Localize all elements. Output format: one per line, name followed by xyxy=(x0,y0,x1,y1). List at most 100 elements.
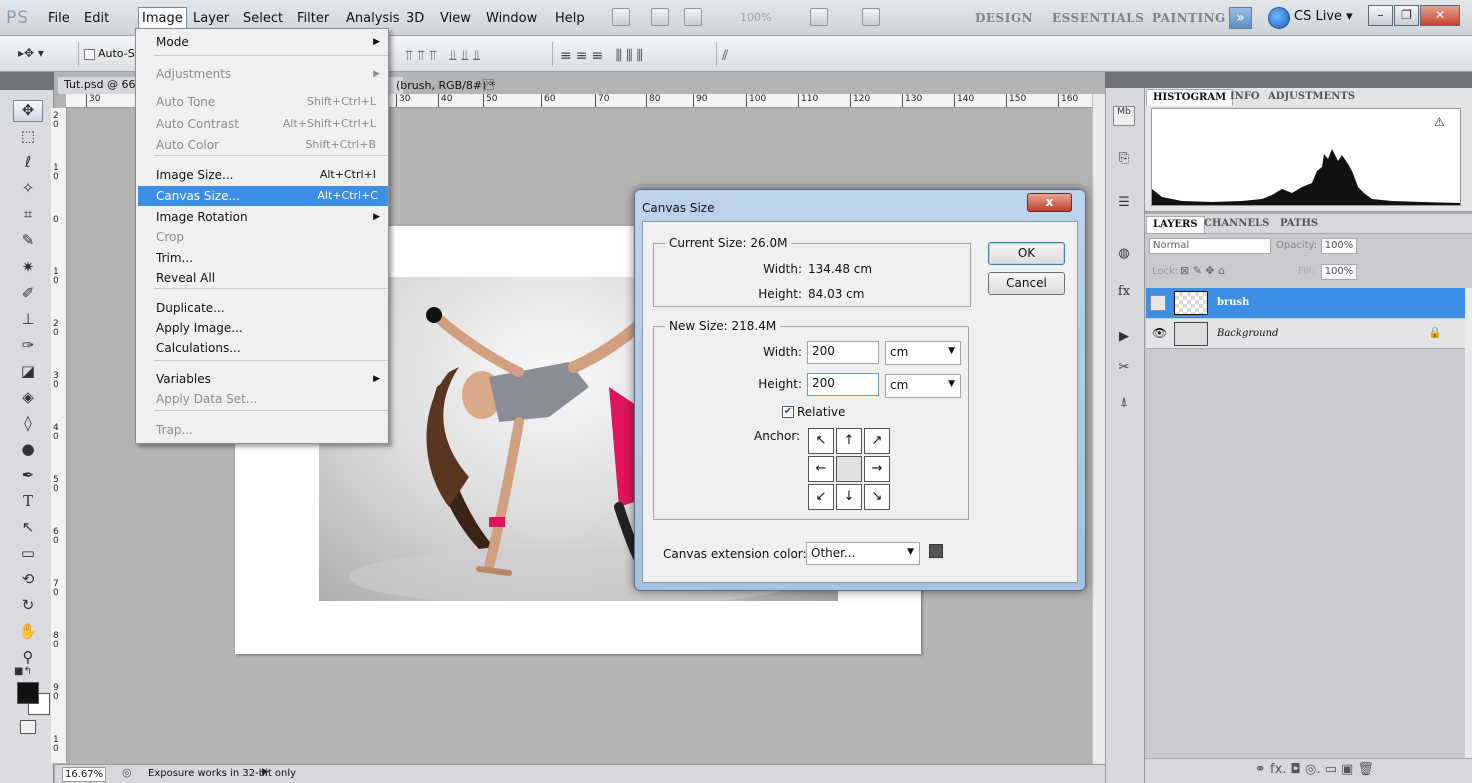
new-width-unit-select[interactable]: cm ▼ xyxy=(885,341,961,365)
cs-live-menu[interactable]: CS Live ▾ xyxy=(1294,9,1353,24)
brush-tool-icon[interactable]: ✐ xyxy=(13,284,43,306)
workspace-painting[interactable]: PAINTING xyxy=(1152,11,1226,25)
move-tool-preset-icon[interactable]: ▸✥ ▾ xyxy=(18,46,44,60)
history-dock-icon[interactable]: ⎘ xyxy=(1113,151,1135,171)
anchor-left[interactable]: ← xyxy=(808,456,834,482)
menu-3d[interactable]: 3D xyxy=(406,11,424,26)
3d-orbit-tool-icon[interactable]: ↻ xyxy=(13,596,43,618)
tab-channels[interactable]: CHANNELS xyxy=(1198,216,1275,233)
blur-tool-icon[interactable]: ◊ xyxy=(13,414,43,436)
menu-view[interactable]: View xyxy=(440,11,471,26)
tab-info[interactable]: INFO xyxy=(1224,89,1266,106)
workspace-essentials[interactable]: ESSENTIALS xyxy=(1052,11,1144,25)
zoom-field[interactable]: 16.67% xyxy=(62,767,106,782)
history-brush-tool-icon[interactable]: ✑ xyxy=(13,336,43,358)
pen-tool-icon[interactable]: ✒ xyxy=(13,466,43,488)
anchor-right[interactable]: → xyxy=(864,456,890,482)
layer-thumbnail[interactable] xyxy=(1174,322,1208,346)
status-menu-arrow[interactable]: ▶ xyxy=(262,767,269,777)
clone-source-dock-icon[interactable]: ⍋ xyxy=(1113,395,1135,415)
relative-checkbox[interactable]: ✔ xyxy=(782,406,794,418)
visibility-toggle[interactable] xyxy=(1150,295,1166,311)
menu-item-calculations[interactable]: Calculations... xyxy=(156,338,386,358)
zoom-level[interactable]: 100% xyxy=(740,11,771,24)
screen-mode-icon[interactable] xyxy=(862,8,880,26)
menu-window[interactable]: Window xyxy=(486,11,537,26)
tab-paths[interactable]: PATHS xyxy=(1274,216,1324,233)
menu-item-canvas-size[interactable]: Canvas Size... Alt+Ctrl+C xyxy=(138,186,388,206)
cs-live-icon[interactable] xyxy=(1268,7,1290,29)
layer-thumbnail[interactable] xyxy=(1174,291,1208,315)
layer-name[interactable]: brush xyxy=(1217,297,1249,308)
type-tool-icon[interactable]: T xyxy=(13,492,43,514)
cancel-button[interactable]: Cancel xyxy=(988,272,1065,295)
actions-dock-icon[interactable]: ☰ xyxy=(1113,195,1135,215)
tab-histogram[interactable]: HISTOGRAM xyxy=(1146,89,1234,106)
workspace-design[interactable]: DESIGN xyxy=(975,11,1033,25)
path-selection-tool-icon[interactable]: ↖ xyxy=(13,518,43,540)
workspace-more-button[interactable]: » xyxy=(1229,7,1252,29)
tab-adjustments[interactable]: ADJUSTMENTS xyxy=(1262,89,1361,106)
menu-item-duplicate[interactable]: Duplicate... xyxy=(156,298,386,318)
eyedropper-tool-icon[interactable]: ✎ xyxy=(13,231,43,253)
menu-item-apply-image[interactable]: Apply Image... xyxy=(156,318,386,338)
paint-bucket-tool-icon[interactable]: ◈ xyxy=(13,388,43,410)
close-window-button[interactable]: ✕ xyxy=(1420,5,1460,26)
styles-dock-icon[interactable]: fx xyxy=(1113,284,1135,304)
menu-item-mode[interactable]: Mode ▶ xyxy=(156,32,386,52)
menu-item-image-rotation[interactable]: Image Rotation ▶ xyxy=(156,207,386,227)
fill-field[interactable]: 100% xyxy=(1321,264,1357,280)
marquee-tool-icon[interactable]: ⬚ xyxy=(13,127,43,149)
align-icons[interactable]: ⫪⫪⫪ ⫫⫫⫫ xyxy=(405,48,485,64)
menu-item-adjustments[interactable]: Adjustments ▶ xyxy=(156,64,386,84)
distribute-icons[interactable]: ≡≡≡ ⫼⫼⫼ xyxy=(560,48,647,64)
shape-tool-icon[interactable]: ▭ xyxy=(13,544,43,566)
bridge-icon[interactable] xyxy=(612,8,630,26)
menu-item-trap[interactable]: Trap... xyxy=(156,420,386,440)
layer-name[interactable]: Background xyxy=(1217,328,1278,339)
layer-action-icons[interactable]: ⚭ fx. ◘ ◎. ▭ ▣ 🗑 xyxy=(1255,762,1374,777)
anchor-top-right[interactable]: ↗ xyxy=(864,428,890,454)
menu-item-trim[interactable]: Trim... xyxy=(156,248,386,268)
menu-item-auto-tone[interactable]: Auto Tone Shift+Ctrl+L xyxy=(156,92,386,112)
status-info-icon[interactable]: ◎ xyxy=(122,766,132,779)
menu-item-reveal-all[interactable]: Reveal All xyxy=(156,268,386,288)
dodge-tool-icon[interactable]: ● xyxy=(13,440,43,462)
crop-tool-icon[interactable]: ⌗ xyxy=(13,205,43,227)
animation-dock-icon[interactable]: ▶ xyxy=(1113,329,1135,349)
3d-rotate-tool-icon[interactable]: ⟲ xyxy=(13,570,43,592)
auto-align-icon[interactable]: ⫽ xyxy=(722,48,732,64)
extras-icon[interactable] xyxy=(684,8,702,26)
swap-colors-icon[interactable]: ■↰ xyxy=(14,666,32,677)
mini-bridge-dock-icon[interactable]: Mb xyxy=(1113,106,1135,126)
clone-stamp-tool-icon[interactable]: ⊥ xyxy=(13,310,43,332)
extension-color-select[interactable]: Other... ▼ xyxy=(806,542,920,565)
anchor-bottom-left[interactable]: ↙ xyxy=(808,484,834,510)
menu-analysis[interactable]: Analysis xyxy=(346,11,400,26)
eraser-tool-icon[interactable]: ◪ xyxy=(13,362,43,384)
healing-brush-tool-icon[interactable]: ✷ xyxy=(13,258,43,280)
menu-filter[interactable]: Filter xyxy=(297,11,329,26)
menu-item-auto-color[interactable]: Auto Color Shift+Ctrl+B xyxy=(156,135,386,155)
menu-item-crop[interactable]: Crop xyxy=(156,227,386,247)
new-width-input[interactable]: 200 xyxy=(807,341,879,364)
tool-presets-dock-icon[interactable]: ✂ xyxy=(1113,360,1135,380)
document-vertical-scrollbar[interactable] xyxy=(1092,94,1105,764)
anchor-bottom[interactable]: ↓ xyxy=(836,484,862,510)
ok-button[interactable]: OK xyxy=(988,242,1065,265)
color-dock-icon[interactable]: ◍ xyxy=(1113,246,1135,266)
opacity-field[interactable]: 100% xyxy=(1321,238,1357,254)
hand-tool-icon[interactable]: ✋ xyxy=(13,622,43,644)
foreground-color-swatch[interactable] xyxy=(17,682,39,704)
anchor-center[interactable] xyxy=(836,456,862,482)
menu-item-variables[interactable]: Variables ▶ xyxy=(156,369,386,389)
menu-file[interactable]: File xyxy=(48,11,70,26)
layers-scrollbar[interactable] xyxy=(1465,288,1472,758)
tab-layers[interactable]: LAYERS xyxy=(1146,216,1205,233)
lock-icons[interactable]: ⊠ ✎ ✥ ⌂ xyxy=(1180,264,1225,277)
new-height-input[interactable]: 200 xyxy=(807,373,879,396)
menu-layer[interactable]: Layer xyxy=(193,11,229,26)
extension-color-swatch[interactable] xyxy=(929,544,943,558)
menu-item-apply-data-set[interactable]: Apply Data Set... xyxy=(156,389,386,409)
menu-select[interactable]: Select xyxy=(243,11,283,26)
